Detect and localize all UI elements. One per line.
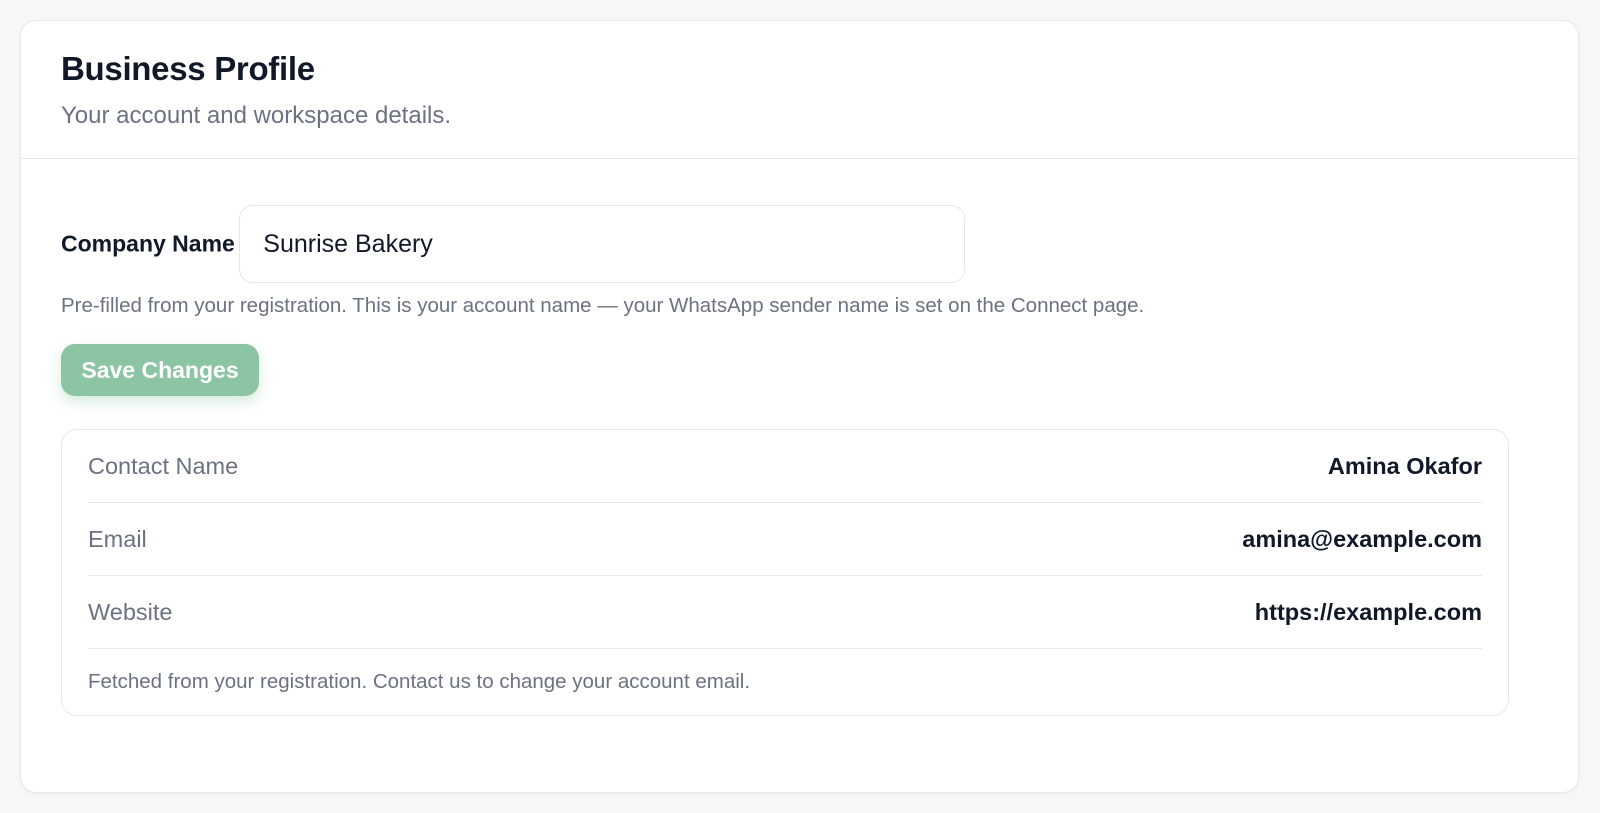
account-info-box: Contact Name Amina Okafor Email amina@ex…	[61, 429, 1509, 716]
page-subtitle: Your account and workspace details.	[61, 102, 452, 129]
info-label: Contact Name	[88, 452, 239, 479]
info-value: Amina Okafor	[1327, 452, 1482, 479]
account-info-note: Fetched from your registration. Contact …	[88, 670, 751, 693]
company-name-input[interactable]	[239, 205, 966, 283]
business-profile-card: Business Profile Your account and worksp…	[20, 20, 1579, 793]
card-header: Business Profile Your account and worksp…	[21, 21, 1578, 159]
page-title: Business Profile	[61, 50, 315, 87]
info-row-website: Website https://example.com	[88, 576, 1482, 649]
info-value: https://example.com	[1254, 598, 1482, 625]
card-body: Company Name Pre-filled from your regist…	[21, 159, 1578, 716]
company-name-hint: Pre-filled from your registration. This …	[61, 294, 1145, 317]
info-label: Email	[88, 525, 147, 552]
info-row-email: Email amina@example.com	[88, 503, 1482, 576]
info-value: amina@example.com	[1242, 525, 1482, 552]
info-label: Website	[88, 598, 173, 625]
info-row-contact-name: Contact Name Amina Okafor	[88, 430, 1482, 503]
company-name-label: Company Name	[61, 230, 235, 257]
save-button[interactable]: Save Changes	[61, 344, 259, 396]
